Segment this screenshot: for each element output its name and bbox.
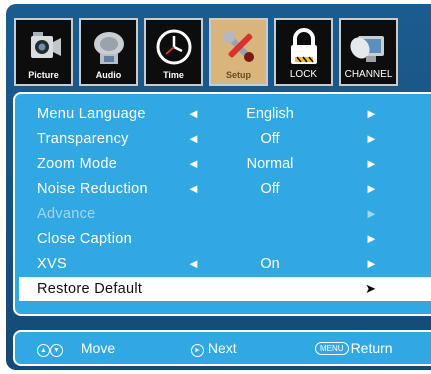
right-arrow-icon[interactable]: ►: [365, 106, 378, 121]
tab-lock[interactable]: LOCK: [274, 18, 333, 86]
left-arrow-icon[interactable]: ◄: [187, 131, 200, 146]
left-arrow-icon[interactable]: ◄: [187, 181, 200, 196]
tab-picture[interactable]: Picture: [14, 18, 73, 86]
menu-row-advance: Advance ►: [15, 202, 431, 226]
tab-label: LOCK: [289, 69, 318, 80]
tab-label: Picture: [28, 70, 59, 80]
menu-item-label: Close Caption: [37, 231, 132, 247]
move-label: Move: [80, 340, 116, 356]
menu-row-noise-reduction[interactable]: Noise Reduction ◄ Off ►: [15, 177, 431, 201]
next-arrow-icon: ►: [191, 344, 204, 357]
menu-row-menu-language[interactable]: Menu Language ◄ English ►: [15, 102, 431, 126]
right-arrow-icon[interactable]: ►: [365, 131, 378, 146]
speaker-icon: [93, 32, 124, 64]
menu-item-label: Noise Reduction: [37, 181, 148, 197]
menu-row-transparency[interactable]: Transparency ◄ Off ►: [15, 127, 431, 151]
right-arrow-icon[interactable]: ►: [365, 256, 378, 271]
up-arrow-icon: ▲: [37, 344, 50, 357]
menu-item-label: Zoom Mode: [37, 156, 118, 172]
tab-label: Audio: [95, 70, 122, 80]
menu-row-close-caption[interactable]: Close Caption ►: [15, 227, 431, 251]
return-hint: MENU Return: [315, 340, 393, 356]
menu-item-value: On: [260, 256, 280, 272]
menu-item-value: English: [246, 106, 294, 122]
menu-row-xvs[interactable]: XVS ◄ On ►: [15, 252, 431, 276]
tab-channel[interactable]: CHANNEL: [339, 18, 398, 86]
menu-key-icon: MENU: [315, 342, 349, 355]
wrench-tools-icon: [222, 31, 254, 62]
help-bar: ▲ ▼ Move ► Next MENU Return: [13, 330, 431, 366]
tab-time[interactable]: Time: [144, 18, 203, 86]
tab-audio[interactable]: Audio: [79, 18, 138, 86]
return-label: Return: [350, 340, 393, 356]
menu-item-value: Off: [260, 181, 280, 197]
right-arrow-icon[interactable]: ►: [365, 156, 378, 171]
clock-icon: [156, 29, 191, 65]
menu-item-label: XVS: [37, 256, 67, 272]
category-tabs: Picture Audio Time Setup LOCK CHANNEL: [8, 8, 431, 88]
menu-row-restore-default[interactable]: Restore Default ➤: [19, 277, 431, 301]
menu-item-label: Transparency: [37, 131, 129, 147]
tab-label: Time: [163, 70, 184, 80]
tab-label: CHANNEL: [344, 69, 393, 80]
camcorder-icon: [30, 32, 61, 58]
menu-item-label: Restore Default: [37, 281, 143, 297]
menu-item-value: Off: [260, 131, 280, 147]
menu-item-value: Normal: [246, 156, 294, 172]
left-arrow-icon[interactable]: ◄: [187, 106, 200, 121]
setup-menu: Menu Language ◄ English ► Transparency ◄…: [13, 92, 431, 316]
right-arrow-icon[interactable]: ►: [365, 231, 378, 246]
down-arrow-icon: ▼: [50, 344, 63, 357]
next-label: Next: [207, 340, 237, 356]
enter-arrow-icon[interactable]: ➤: [365, 281, 376, 297]
padlock-icon: [290, 28, 317, 64]
menu-row-zoom-mode[interactable]: Zoom Mode ◄ Normal ►: [15, 152, 431, 176]
satellite-dish-icon: [349, 36, 384, 62]
move-hint: ▲ ▼ Move: [37, 340, 115, 357]
next-hint: ► Next: [191, 340, 237, 357]
tab-setup[interactable]: Setup: [209, 18, 268, 86]
menu-item-label: Menu Language: [37, 106, 146, 122]
menu-item-label: Advance: [37, 206, 96, 222]
right-arrow-icon[interactable]: ►: [365, 181, 378, 196]
right-arrow-icon: ►: [365, 206, 378, 221]
left-arrow-icon[interactable]: ◄: [187, 156, 200, 171]
tab-label: Setup: [225, 70, 251, 80]
left-arrow-icon[interactable]: ◄: [187, 256, 200, 271]
